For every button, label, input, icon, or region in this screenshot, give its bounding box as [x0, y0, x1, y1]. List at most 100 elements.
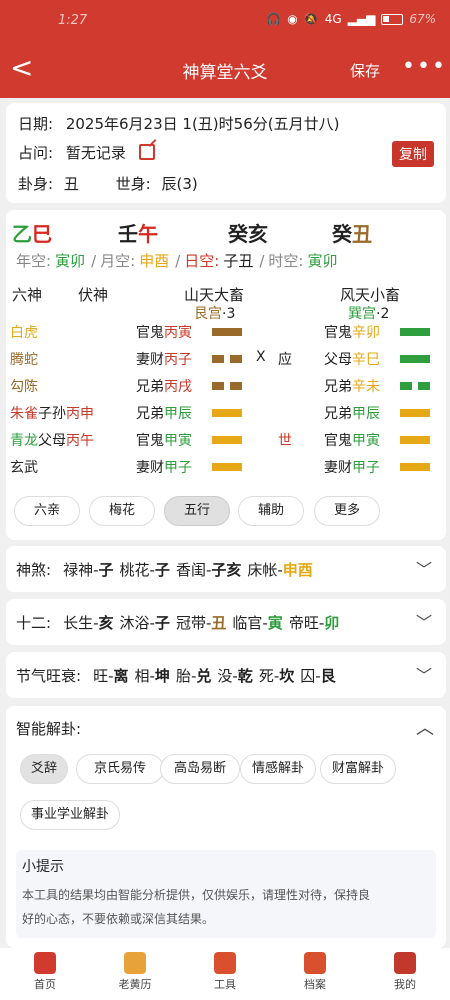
- main-yao-line: [212, 463, 242, 471]
- hidden-rel: 子孙: [38, 406, 66, 422]
- palace-name: 巽宫: [348, 306, 376, 322]
- pillar-gan: 癸: [332, 222, 352, 246]
- edit-icon[interactable]: [138, 144, 155, 160]
- stem-branch: 甲辰: [164, 406, 192, 422]
- change-yao-line: [400, 409, 430, 417]
- ai-tab-4[interactable]: 财富解卦: [320, 754, 396, 784]
- change-line-text: 妻财甲子: [324, 457, 380, 477]
- ai-tab-5[interactable]: 事业学业解卦: [20, 800, 120, 830]
- pillar-gan: 癸: [228, 222, 248, 246]
- twelve-stages-bar[interactable]: 十二: 长生-亥 沐浴-子 冠带-丑 临官-寅 帝旺-卯 ﹀: [6, 599, 446, 645]
- item-name: 禄神-: [63, 561, 99, 579]
- six-god: 勾陈: [10, 379, 38, 395]
- change-line-text: 官鬼甲寅: [324, 430, 380, 450]
- copy-button[interactable]: 复制: [392, 141, 434, 167]
- date-label: 日期:: [18, 115, 54, 133]
- void-label: 月空:: [100, 252, 136, 270]
- change-yao-line: [400, 463, 430, 471]
- item-name: 香闺-: [175, 561, 212, 579]
- relation: 妻财: [324, 460, 352, 476]
- shensha-bar[interactable]: 神煞: 禄神-子 桃花-子 香闺-子亥 床帐-申酉 ﹀: [6, 546, 446, 592]
- item-value: 兑: [196, 667, 212, 685]
- bottom-nav-item[interactable]: 工具: [190, 952, 260, 992]
- view-button-0[interactable]: 六亲: [14, 496, 80, 526]
- item-name: 沐浴-: [119, 614, 155, 632]
- shishen-label: 世身:: [115, 175, 151, 193]
- date-row: 日期: 2025年6月23日 1(丑)时56分(五月廿八): [18, 113, 339, 134]
- view-button-1[interactable]: 梅花: [89, 496, 155, 526]
- bottom-nav-item[interactable]: 我的: [370, 952, 440, 992]
- ai-tab-0[interactable]: 爻辞: [20, 754, 68, 784]
- bottom-nav-item[interactable]: 老黄历: [100, 952, 170, 992]
- date-value: 2025年6月23日 1(丑)时56分(五月廿八): [65, 115, 340, 133]
- bottom-nav-label: 工具: [214, 978, 236, 991]
- item-value: 乾: [237, 667, 253, 685]
- ganzhi-pillar: 癸亥: [228, 218, 268, 247]
- chevron-down-icon[interactable]: ﹀: [416, 556, 432, 580]
- item-name: 长生-: [63, 614, 99, 632]
- palace-num: ·2: [376, 306, 390, 322]
- view-button-3[interactable]: 辅助: [238, 496, 304, 526]
- change-yao-line: [400, 355, 430, 363]
- six-god: 青龙: [10, 433, 38, 449]
- main-line-text: 兄弟丙戌: [136, 376, 192, 396]
- void-label: 年空:: [16, 252, 52, 270]
- main-yao-line: [212, 436, 242, 444]
- ai-tab-2[interactable]: 高岛易断: [160, 754, 240, 784]
- item-name: 死-: [258, 667, 280, 685]
- toolbox-icon: [214, 952, 236, 974]
- shen-row: 卦身: 丑 世身: 辰(3): [18, 173, 198, 194]
- relation: 兄弟: [324, 406, 352, 422]
- void-value: 寅卯: [307, 252, 338, 270]
- info-card: 日期: 2025年6月23日 1(丑)时56分(五月廿八) 占问: 暂无记录 复…: [6, 103, 446, 203]
- hidden-spirit: 子孙丙申: [38, 403, 94, 423]
- pillar-zhi: 丑: [352, 222, 372, 246]
- main-yao-line: [212, 382, 242, 390]
- ai-interpretation-card: 智能解卦: ︿ 小提示 本工具的结果均由智能分析提供，仅供娱乐，请理性对待，保持…: [6, 706, 446, 948]
- more-icon[interactable]: •••: [402, 54, 447, 79]
- save-button[interactable]: 保存: [350, 60, 380, 81]
- main-line-text: 妻财甲子: [136, 457, 192, 477]
- item-value: 坤: [154, 667, 170, 685]
- item-value: 寅: [267, 614, 283, 632]
- view-button-4[interactable]: 更多: [314, 496, 380, 526]
- yao-row: 玄武 妻财甲子 妻财甲子: [6, 457, 446, 481]
- guashen-label: 卦身:: [18, 175, 54, 193]
- item-name: 囚-: [300, 667, 321, 685]
- stem-branch: 辛未: [352, 379, 380, 395]
- void-label: 日空:: [184, 252, 220, 270]
- main-line-text: 妻财丙子: [136, 349, 192, 369]
- main-line-text: 兄弟甲辰: [136, 403, 192, 423]
- item-value: 丑: [211, 614, 227, 632]
- tip-text-line2: 好的心态，不要依赖或深信其结果。: [22, 912, 215, 926]
- relation: 妻财: [136, 460, 164, 476]
- chevron-down-icon[interactable]: ﹀: [416, 662, 432, 686]
- bottom-nav-item[interactable]: 档案: [280, 952, 350, 992]
- ai-title: 智能解卦:: [16, 720, 82, 738]
- bottom-nav-item[interactable]: 首页: [10, 952, 80, 992]
- chevron-up-icon[interactable]: ︿: [416, 714, 434, 740]
- shishen-value: 辰(3): [161, 175, 198, 193]
- main-gua-palace: 艮宫·3: [194, 303, 235, 323]
- pillar-zhi: 午: [138, 222, 158, 246]
- stem-branch: 辛巳: [352, 352, 380, 368]
- yao-row: 朱雀 子孙丙申 兄弟甲辰 兄弟甲辰: [6, 403, 446, 427]
- item-value: 坎: [279, 667, 295, 685]
- eye-icon: ◉: [287, 12, 298, 26]
- stem-branch: 甲辰: [352, 406, 380, 422]
- ganzhi-pillar: 壬午: [118, 218, 158, 247]
- six-god: 白虎: [10, 325, 38, 341]
- status-bar: 1:27 🎧 ◉ 🔕 4G ▂▄▆ 67%: [0, 0, 450, 44]
- chevron-down-icon[interactable]: ﹀: [416, 609, 432, 633]
- item-value: 子: [154, 614, 170, 632]
- change-yao-line: [400, 436, 430, 444]
- item-value: 离: [113, 667, 129, 685]
- view-button-2[interactable]: 五行: [164, 496, 230, 526]
- jieqi-bar[interactable]: 节气旺衰: 旺-离 相-坤 胎-兑 没-乾 死-坎 囚-艮 ﹀: [6, 652, 446, 698]
- item-value: 子亥: [211, 561, 242, 579]
- ai-tab-3[interactable]: 情感解卦: [240, 754, 316, 784]
- ai-tab-1[interactable]: 京氏易传: [76, 754, 164, 784]
- relation: 兄弟: [324, 379, 352, 395]
- void-sep: /: [91, 252, 97, 270]
- relation: 父母: [324, 352, 352, 368]
